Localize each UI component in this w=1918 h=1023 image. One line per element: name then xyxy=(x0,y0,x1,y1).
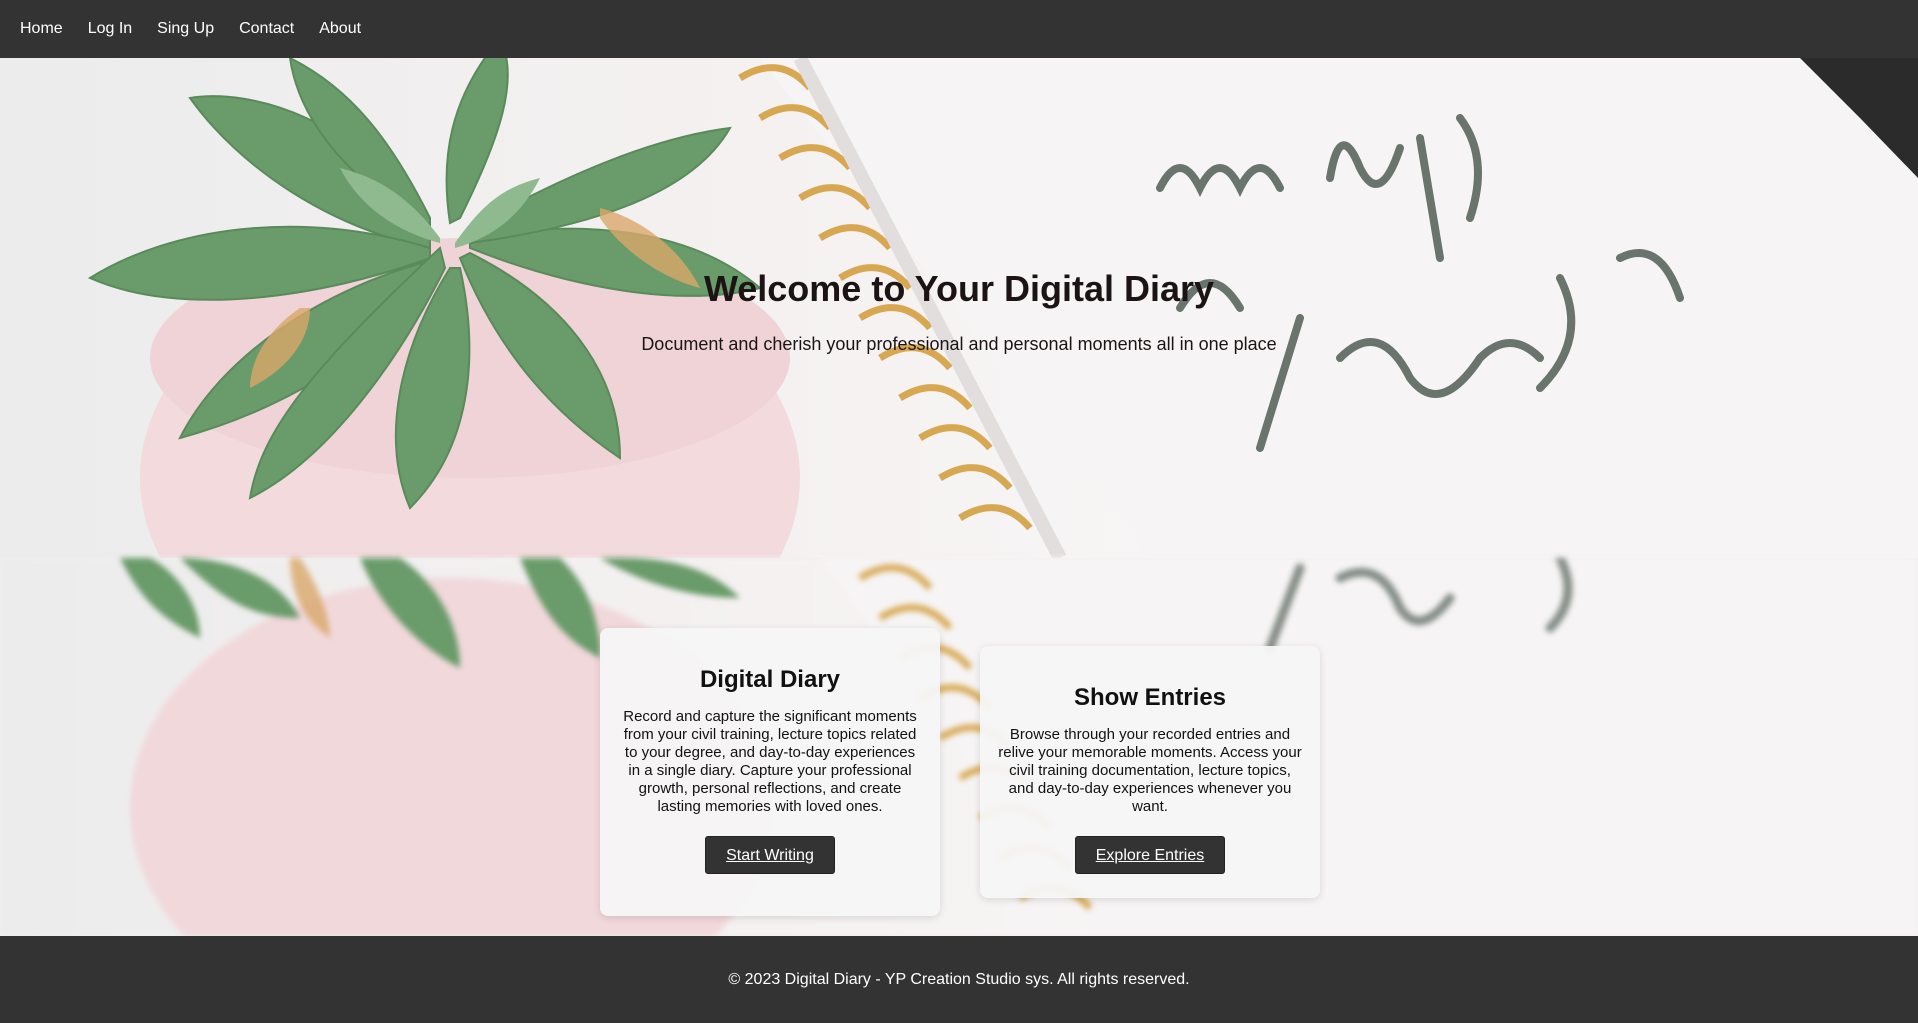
hero-section: Welcome to Your Digital Diary Document a… xyxy=(0,58,1918,558)
copyright-text: © 2023 Digital Diary - YP Creation Studi… xyxy=(728,970,1190,988)
nav-contact-link[interactable]: Contact xyxy=(239,20,294,38)
blurred-plant-illustration xyxy=(120,558,1918,936)
card-title: Digital Diary xyxy=(699,666,841,693)
digital-diary-card: Digital Diary Record and capture the sig… xyxy=(600,628,940,916)
show-entries-card: Show Entries Browse through your recorde… xyxy=(980,646,1320,898)
hero-subtitle: Document and cherish your professional a… xyxy=(641,334,1277,354)
card-description: Record and capture the significant momen… xyxy=(623,708,917,815)
nav-signup-link[interactable]: Sing Up xyxy=(157,20,214,38)
start-writing-button[interactable]: Start Writing xyxy=(705,836,835,874)
hero-title: Welcome to Your Digital Diary xyxy=(703,268,1215,309)
nav-login-link[interactable]: Log In xyxy=(88,20,132,38)
explore-entries-button[interactable]: Explore Entries xyxy=(1074,836,1226,874)
card-description: Browse through your recorded entries and… xyxy=(998,726,1302,815)
nav-home-link[interactable]: Home xyxy=(20,20,63,38)
content-background-image xyxy=(0,558,1918,936)
nav-about-link[interactable]: About xyxy=(319,20,361,38)
top-navbar: Home Log In Sing Up Contact About xyxy=(0,0,1918,58)
footer: © 2023 Digital Diary - YP Creation Studi… xyxy=(0,936,1918,1023)
card-title: Show Entries xyxy=(1073,684,1227,711)
